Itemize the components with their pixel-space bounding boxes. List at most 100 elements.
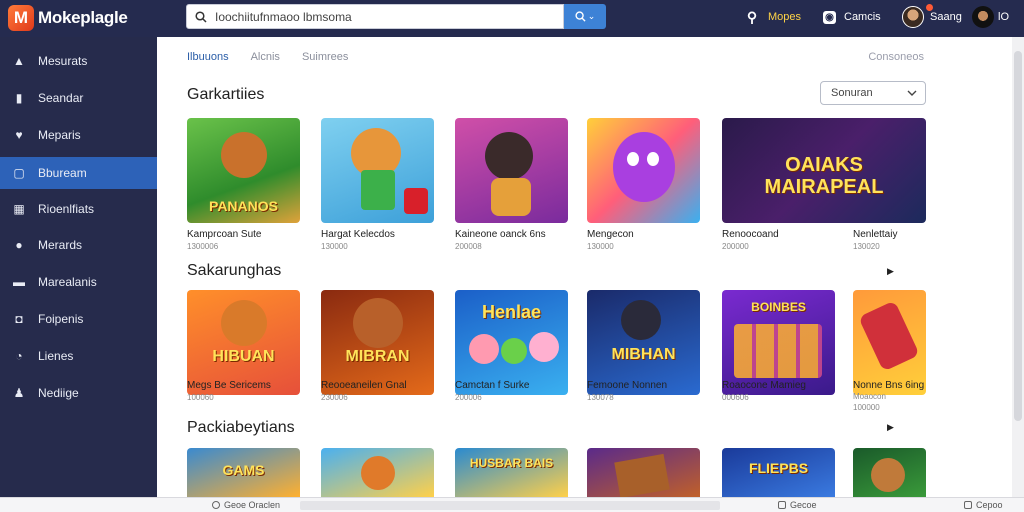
top-item-camcis[interactable]: ◉ Camcis bbox=[823, 6, 881, 28]
card-badge: HIBUAN bbox=[212, 348, 275, 365]
mascot-image bbox=[529, 332, 559, 362]
window-icon: ▢ bbox=[13, 166, 25, 180]
status-right-label: Cepoo bbox=[976, 500, 1003, 510]
sidebar-item-label: Seandar bbox=[38, 91, 84, 105]
game-card[interactable]: HUSBAR BAIS bbox=[455, 448, 568, 497]
vertical-scrollbar[interactable] bbox=[1012, 37, 1024, 497]
search-icon bbox=[195, 10, 207, 23]
sidebar-item-label: Nediige bbox=[38, 386, 79, 400]
sidebar-item-5[interactable]: ▦ Rioenlfiats bbox=[0, 193, 157, 225]
tab-3[interactable]: Suimrees bbox=[302, 51, 348, 63]
card-meta: 100060 bbox=[187, 393, 214, 402]
card-title[interactable]: Reooeaneilen Gnal bbox=[321, 380, 407, 391]
chevron-down-icon bbox=[907, 90, 917, 96]
top-item-saang[interactable]: Saang bbox=[902, 4, 962, 28]
main-content: Ilbuuons Alcnis Suimrees Consoneos Garka… bbox=[157, 37, 1012, 497]
tab-2[interactable]: Alcnis bbox=[251, 51, 280, 63]
search-box[interactable] bbox=[186, 4, 564, 29]
film-icon: ▦ bbox=[13, 202, 25, 216]
status-progress bbox=[300, 501, 720, 510]
sidebar-item-1[interactable]: ▲ Mesurats bbox=[0, 45, 157, 77]
card-title[interactable]: Kamprcoan Sute bbox=[187, 229, 262, 240]
card-title[interactable]: Renoocoand bbox=[722, 229, 779, 240]
home-icon: ▲ bbox=[13, 54, 25, 68]
card-title[interactable]: Femoone Nonnen bbox=[587, 380, 667, 391]
sidebar-item-4[interactable]: ▢ Bbuream bbox=[0, 157, 157, 189]
game-card[interactable] bbox=[321, 118, 434, 223]
search-icon bbox=[575, 11, 586, 22]
game-card[interactable]: GAMS bbox=[187, 448, 300, 497]
top-bar: M Mokeplagle ⌄ ⚲ Mopes ◉ Camcis Saang lO bbox=[0, 0, 1024, 37]
card-badge: OAIAKS MAIRAPEAL bbox=[764, 154, 884, 198]
tab-1[interactable]: Ilbuuons bbox=[187, 51, 229, 63]
game-card[interactable]: FLIEPBS bbox=[722, 448, 835, 497]
status-right-2[interactable]: Cepoo bbox=[964, 500, 1003, 510]
sidebar-item-8[interactable]: ◘ Foipenis bbox=[0, 303, 157, 335]
sidebar-item-label: Lienes bbox=[38, 349, 74, 363]
image-icon: ▬ bbox=[13, 275, 25, 289]
card-title[interactable]: Megs Be Sericems bbox=[187, 380, 271, 391]
lightbulb-icon: ⚲ bbox=[746, 8, 758, 25]
game-card-featured[interactable]: OAIAKS MAIRAPEAL bbox=[722, 118, 926, 223]
section-title: Packiabeytians bbox=[187, 419, 295, 436]
sidebar-item-6[interactable]: ● Merards bbox=[0, 229, 157, 261]
top-item-profile[interactable]: lO bbox=[972, 6, 1009, 28]
card-title[interactable]: Camctan f Surke bbox=[455, 380, 529, 391]
location-icon: ● bbox=[15, 238, 23, 252]
game-card[interactable] bbox=[853, 448, 926, 497]
card-meta: 130020 bbox=[853, 242, 880, 251]
profile-avatar bbox=[972, 6, 994, 28]
mascot-image bbox=[501, 338, 527, 364]
heart-icon: ♥ bbox=[15, 128, 23, 142]
sidebar-item-label: Bbuream bbox=[38, 166, 87, 180]
mascot-eye bbox=[647, 152, 659, 166]
app-logo[interactable]: M Mokeplagle bbox=[8, 5, 128, 31]
game-card[interactable] bbox=[455, 118, 568, 223]
top-item-label: Mopes bbox=[768, 11, 802, 23]
card-badge: GAMS bbox=[222, 462, 265, 478]
card-meta: 1300006 bbox=[187, 242, 219, 251]
mascot-image bbox=[361, 456, 395, 490]
mascot-image bbox=[353, 298, 403, 348]
chat-icon: ◉ bbox=[823, 10, 836, 24]
game-card[interactable]: PANANOS bbox=[187, 118, 300, 223]
top-link[interactable]: Consoneos bbox=[868, 51, 924, 63]
sidebar-item-label: Foipenis bbox=[38, 312, 84, 326]
card-badge: BOINBES bbox=[751, 300, 806, 314]
card-meta: 130000 bbox=[321, 242, 348, 251]
status-right-1[interactable]: Gecoe bbox=[778, 500, 817, 510]
scrollbar-thumb[interactable] bbox=[1014, 51, 1022, 421]
card-title[interactable]: Nonne Bns 6ing bbox=[853, 380, 924, 391]
search-input[interactable] bbox=[215, 9, 555, 24]
game-card[interactable] bbox=[587, 118, 700, 223]
sidebar-item-9[interactable]: ◔ Lienes bbox=[0, 340, 157, 372]
character-image bbox=[858, 300, 920, 372]
card-title[interactable]: Nenlettaiy bbox=[853, 229, 897, 240]
card-title[interactable]: Roaocone Mamieg bbox=[722, 380, 806, 391]
notification-dot bbox=[926, 4, 933, 11]
search-button[interactable]: ⌄ bbox=[564, 4, 606, 29]
status-left[interactable]: Geoe Oraclen bbox=[212, 500, 280, 510]
game-card[interactable] bbox=[321, 448, 434, 497]
game-card[interactable] bbox=[587, 448, 700, 497]
sidebar-item-7[interactable]: ▬ Marealanis bbox=[0, 266, 157, 298]
mascot-eye bbox=[627, 152, 639, 166]
folder-icon: ◘ bbox=[15, 312, 23, 326]
globe-icon bbox=[212, 501, 220, 509]
top-item-mopes[interactable]: ⚲ Mopes bbox=[744, 6, 801, 28]
logo-icon: M bbox=[8, 5, 34, 31]
card-badge: MIBRAN bbox=[345, 348, 410, 365]
card-title[interactable]: Hargat Kelecdos bbox=[321, 229, 395, 240]
card-title[interactable]: Kaineone oanck 6ns bbox=[455, 229, 546, 240]
play-icon[interactable]: ▶ bbox=[887, 266, 894, 277]
mascot-image bbox=[469, 334, 499, 364]
sidebar-item-3[interactable]: ♥ Meparis bbox=[0, 119, 157, 151]
tab-bar: Ilbuuons Alcnis Suimrees bbox=[187, 51, 370, 63]
card-title[interactable]: Mengecon bbox=[587, 229, 634, 240]
status-right-label: Gecoe bbox=[790, 500, 817, 510]
sidebar-item-2[interactable]: ▮ Seandar bbox=[0, 82, 157, 114]
play-icon[interactable]: ▶ bbox=[887, 422, 894, 433]
sidebar-item-10[interactable]: ♟ Nediige bbox=[0, 377, 157, 409]
sort-dropdown[interactable]: Sonuran bbox=[820, 81, 926, 105]
sidebar-item-label: Marealanis bbox=[38, 275, 97, 289]
